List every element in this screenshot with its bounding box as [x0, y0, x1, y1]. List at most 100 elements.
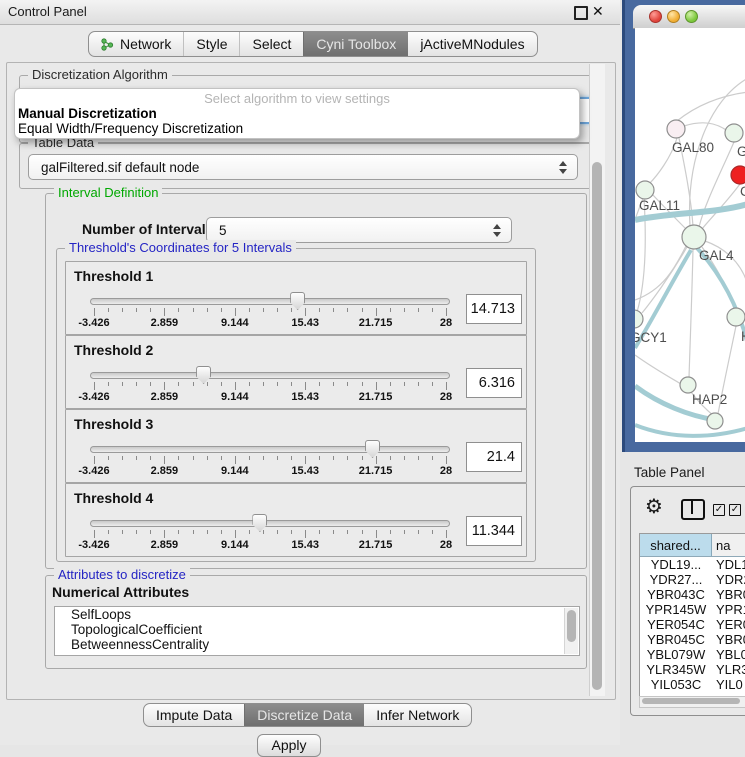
- control-panel-window: Control Panel ✕ Network Style Select Cyn…: [0, 0, 620, 745]
- network-node[interactable]: [682, 225, 706, 249]
- attribute-list-item[interactable]: TopologicalCoefficient: [55, 622, 579, 637]
- scrollbar-thumb[interactable]: [567, 610, 576, 642]
- slider-tick: [207, 382, 208, 386]
- threshold-3-row: Threshold 3 -3.4262.8599.14415.4321.7152…: [65, 409, 527, 483]
- table-horizontal-scrollbar[interactable]: [639, 696, 745, 708]
- cell-name[interactable]: YDL1: [712, 557, 745, 572]
- checked-checkbox-icon[interactable]: ✓: [713, 504, 725, 516]
- slider-thumb[interactable]: [252, 514, 267, 532]
- slider-track[interactable]: [90, 372, 450, 379]
- cell-name[interactable]: YDR2: [712, 572, 745, 587]
- tab-impute-data[interactable]: Impute Data: [144, 704, 244, 726]
- network-node[interactable]: [727, 308, 745, 326]
- slider-tick: [164, 308, 165, 316]
- table-row[interactable]: YDR27...YDR2: [640, 572, 745, 587]
- table-row[interactable]: YBR043CYBR0: [640, 587, 745, 602]
- slider-tick-label: 28: [440, 391, 452, 403]
- network-node[interactable]: [725, 124, 743, 142]
- network-svg: GAL80GCGAL11GAL4GCY1HHAP2: [635, 28, 745, 442]
- threshold-1-value-field[interactable]: 14.713: [466, 294, 522, 324]
- checked-checkbox-icon[interactable]: ✓: [729, 504, 741, 516]
- threshold-3-slider[interactable]: -3.4262.8599.14415.4321.71528: [90, 440, 450, 478]
- network-node[interactable]: [667, 120, 685, 138]
- threshold-2-value-field[interactable]: 6.316: [466, 368, 522, 398]
- cell-name[interactable]: YIL0: [712, 677, 745, 692]
- tab-discretize-data[interactable]: Discretize Data: [244, 704, 364, 726]
- cell-shared-name[interactable]: YBR045C: [640, 632, 712, 647]
- cell-shared-name[interactable]: YER054C: [640, 617, 712, 632]
- slider-thumb[interactable]: [196, 366, 211, 384]
- network-node[interactable]: [707, 413, 723, 429]
- attribute-list-item[interactable]: SelfLoops: [55, 607, 579, 622]
- cell-name[interactable]: YPR1: [712, 602, 745, 617]
- slider-tick: [178, 308, 179, 312]
- cell-shared-name[interactable]: YDR27...: [640, 572, 712, 587]
- cell-name[interactable]: YBR0: [712, 587, 745, 602]
- cell-shared-name[interactable]: YDL19...: [640, 557, 712, 572]
- column-header-shared-name[interactable]: shared...: [640, 534, 712, 556]
- tab-cyni-toolbox[interactable]: Cyni Toolbox: [303, 32, 408, 56]
- table-data-combobox[interactable]: galFiltered.sif default node: [28, 154, 578, 180]
- threshold-2-slider[interactable]: -3.4262.8599.14415.4321.71528: [90, 366, 450, 404]
- tab-style[interactable]: Style: [183, 32, 239, 56]
- attribute-list-item[interactable]: BetweennessCentrality: [55, 637, 579, 652]
- slider-track[interactable]: [90, 298, 450, 305]
- slider-track[interactable]: [90, 446, 450, 453]
- float-window-icon[interactable]: [574, 6, 588, 20]
- slider-thumb[interactable]: [365, 440, 380, 458]
- tab-select[interactable]: Select: [239, 32, 303, 56]
- slider-tick: [404, 530, 405, 534]
- table-row[interactable]: YBR045CYBR0: [640, 632, 745, 647]
- table-row[interactable]: YPR145WYPR1: [640, 602, 745, 617]
- numerical-attributes-list[interactable]: SelfLoopsTopologicalCoefficientBetweenne…: [54, 606, 580, 656]
- slider-tick: [446, 308, 447, 316]
- slider-tick: [221, 382, 222, 386]
- threshold-1-slider[interactable]: -3.4262.8599.14415.4321.71528: [90, 292, 450, 330]
- network-canvas[interactable]: GAL80GCGAL11GAL4GCY1HHAP2: [635, 28, 745, 442]
- cell-shared-name[interactable]: YIL053C: [640, 677, 712, 692]
- slider-tick: [235, 382, 236, 390]
- threshold-4-slider[interactable]: -3.4262.8599.14415.4321.71528: [90, 514, 450, 552]
- slider-track[interactable]: [90, 520, 450, 527]
- scrollbar-thumb[interactable]: [642, 698, 740, 704]
- dropdown-option-manual-discretization[interactable]: Manual Discretization: [18, 106, 157, 121]
- table-row[interactable]: YER054CYER0: [640, 617, 745, 632]
- tab-infer-network[interactable]: Infer Network: [364, 704, 471, 726]
- slider-tick: [347, 382, 348, 386]
- cell-shared-name[interactable]: YBL079W: [640, 647, 712, 662]
- tab-network[interactable]: Network: [89, 32, 183, 56]
- threshold-3-value-field[interactable]: 21.4: [466, 442, 522, 472]
- zoom-traffic-light-icon[interactable]: [685, 10, 698, 23]
- attributes-list-scrollbar[interactable]: [564, 608, 578, 654]
- cell-name[interactable]: YBR0: [712, 632, 745, 647]
- network-node[interactable]: [731, 166, 745, 184]
- control-panel-scrollbar[interactable]: [589, 64, 605, 696]
- cell-shared-name[interactable]: YPR145W: [640, 602, 712, 617]
- apply-button[interactable]: Apply: [257, 734, 321, 757]
- threshold-4-value-field[interactable]: 11.344: [466, 516, 522, 546]
- table-row[interactable]: YBL079WYBL0: [640, 647, 745, 662]
- slider-thumb[interactable]: [290, 292, 305, 310]
- table-row[interactable]: YIL053CYIL0: [640, 677, 745, 692]
- network-node[interactable]: [636, 181, 654, 199]
- column-header-name[interactable]: na: [712, 534, 745, 556]
- dropdown-option-equal-width-frequency[interactable]: Equal Width/Frequency Discretization: [18, 121, 243, 136]
- scrollbar-thumb[interactable]: [592, 162, 602, 690]
- close-traffic-light-icon[interactable]: [649, 10, 662, 23]
- tab-jactivemnodules[interactable]: jActiveMNodules: [408, 32, 536, 56]
- cell-name[interactable]: YER0: [712, 617, 745, 632]
- table-row[interactable]: YLR345WYLR3: [640, 662, 745, 677]
- slider-tick: [291, 530, 292, 534]
- split-columns-icon[interactable]: [681, 499, 705, 520]
- cell-name[interactable]: YLR3: [712, 662, 745, 677]
- cell-shared-name[interactable]: YBR043C: [640, 587, 712, 602]
- gear-icon[interactable]: ⚙: [645, 496, 663, 516]
- cell-name[interactable]: YBL0: [712, 647, 745, 662]
- cell-shared-name[interactable]: YLR345W: [640, 662, 712, 677]
- close-icon[interactable]: ✕: [592, 3, 604, 20]
- table-row[interactable]: YDL19...YDL1: [640, 557, 745, 572]
- slider-tick: [136, 308, 137, 312]
- slider-tick: [249, 456, 250, 460]
- minimize-traffic-light-icon[interactable]: [667, 10, 680, 23]
- network-node[interactable]: [680, 377, 696, 393]
